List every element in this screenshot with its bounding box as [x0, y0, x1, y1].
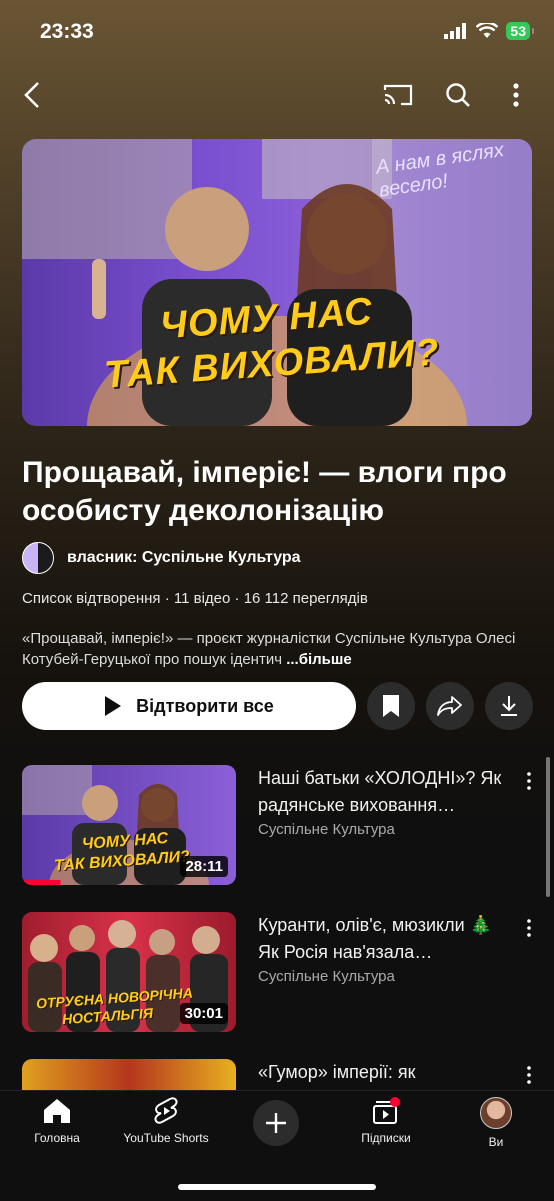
video-count: 11 відео: [173, 590, 231, 607]
cast-button[interactable]: [378, 75, 418, 115]
tab-shorts-label: YouTube Shorts: [123, 1131, 209, 1145]
back-button[interactable]: [12, 75, 52, 115]
subscriptions-icon: [373, 1097, 400, 1124]
more-vertical-icon: [527, 919, 531, 937]
share-button[interactable]: [426, 682, 474, 730]
signal-icon: [444, 23, 467, 39]
video-thumbnail[interactable]: ЧОМУ НАС ТАК ВИХОВАЛИ? 28:11: [22, 765, 236, 885]
playlist-description[interactable]: «Прощавай, імперіє!» — проєкт журналістк…: [22, 628, 532, 670]
video-thumbnail[interactable]: [22, 1059, 236, 1090]
tab-shorts[interactable]: YouTube Shorts: [111, 1097, 221, 1145]
create-icon: [266, 1113, 286, 1133]
video-title[interactable]: «Гумор» імперії: як: [258, 1059, 514, 1086]
tab-home[interactable]: Головна: [2, 1097, 112, 1145]
playlist-video-item[interactable]: «Гумор» імперії: як: [22, 1059, 532, 1090]
video-thumbnail[interactable]: ОТРУЄНА НОВОРІЧНА НОСТАЛЬГІЯ 30:01: [22, 912, 236, 1032]
channel-avatar[interactable]: [22, 542, 54, 574]
more-vertical-icon: [527, 1066, 531, 1084]
more-options-button[interactable]: [496, 75, 536, 115]
video-menu-button[interactable]: [522, 769, 536, 793]
more-vertical-icon: [513, 83, 519, 107]
create-button[interactable]: [253, 1100, 299, 1146]
video-duration: 30:01: [179, 1003, 228, 1024]
playlist-video-item[interactable]: ОТРУЄНА НОВОРІЧНА НОСТАЛЬГІЯ 30:01 Куран…: [22, 912, 532, 1034]
description-text: «Прощавай, імперіє!» — проєкт журналістк…: [22, 630, 516, 668]
search-icon: [446, 83, 470, 107]
play-all-label: Відтворити все: [136, 695, 274, 716]
home-icon: [44, 1099, 70, 1123]
video-menu-button[interactable]: [522, 1063, 532, 1087]
tab-subscriptions[interactable]: Підписки: [331, 1097, 441, 1145]
download-button[interactable]: [485, 682, 533, 730]
playlist-owner[interactable]: власник: Суспільне Культура: [67, 549, 301, 567]
battery-indicator: 53: [506, 22, 534, 40]
save-playlist-button[interactable]: [367, 682, 415, 730]
more-link[interactable]: ...більше: [286, 651, 352, 668]
playlist-type: Список відтворення: [22, 590, 161, 607]
shorts-icon: [154, 1097, 178, 1124]
back-arrow-icon: [24, 82, 39, 108]
more-vertical-icon: [527, 772, 531, 790]
status-time: 23:33: [40, 20, 94, 43]
video-title[interactable]: Наші батьки «ХОЛОДНІ»? Як радянське вихо…: [258, 765, 514, 819]
cast-icon: [383, 84, 413, 106]
video-channel: Суспільне Культура: [258, 821, 395, 838]
download-icon: [501, 696, 517, 716]
playlist-video-item[interactable]: ЧОМУ НАС ТАК ВИХОВАЛИ? 28:11 Наші батьки…: [22, 765, 532, 887]
video-title[interactable]: Куранти, олів'є, мюзикли 🎄 Як Росія нав'…: [258, 912, 514, 966]
status-icons: 53: [444, 22, 534, 40]
tab-you[interactable]: Ви: [441, 1097, 551, 1149]
play-icon: [105, 696, 122, 716]
view-count: 16 112 переглядів: [243, 590, 368, 607]
share-icon: [437, 696, 462, 716]
play-all-button[interactable]: Відтворити все: [22, 682, 356, 730]
playlist-title: Прощавай, імперіє! — влоги про особисту …: [22, 456, 507, 527]
video-channel: Суспільне Культура: [258, 968, 395, 985]
video-duration: 28:11: [180, 856, 228, 877]
wifi-icon: [476, 23, 499, 38]
home-indicator: [178, 1184, 376, 1190]
video-menu-button[interactable]: [522, 916, 536, 940]
tab-subscriptions-label: Підписки: [361, 1131, 411, 1145]
tab-you-label: Ви: [488, 1135, 504, 1149]
tab-home-label: Головна: [34, 1131, 80, 1145]
scrollbar[interactable]: [546, 757, 550, 897]
avatar: [480, 1097, 512, 1129]
playlist-meta: Список відтворення · 11 відео · 16 112 п…: [22, 590, 368, 607]
bookmark-icon: [383, 695, 399, 717]
search-button[interactable]: [438, 75, 478, 115]
